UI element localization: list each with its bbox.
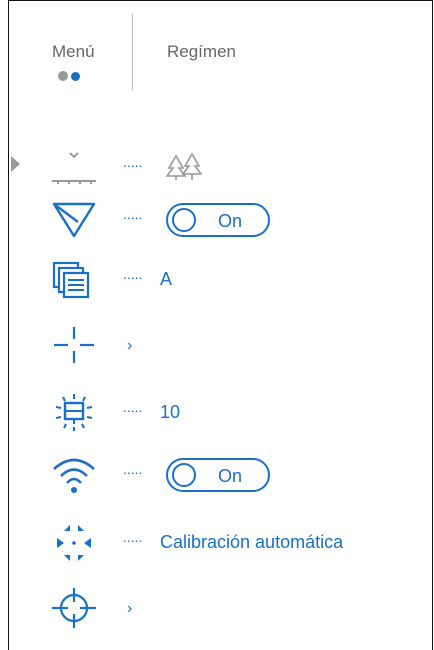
leader-dots: ..... <box>123 206 143 222</box>
menu-item-wifi[interactable]: ..... On <box>0 455 425 495</box>
page-dot-active <box>71 72 80 81</box>
wifi-icon <box>50 455 98 495</box>
chevron-right-icon[interactable]: › <box>127 600 132 618</box>
menu-item-calibration[interactable]: ..... Calibración automática <box>0 523 425 563</box>
crosshair-icon <box>50 325 98 365</box>
leader-dots: ..... <box>123 461 143 477</box>
menu-item-observation-mode[interactable]: ..... <box>0 148 425 188</box>
toggle-state: On <box>218 211 243 231</box>
calibration-icon <box>50 523 98 563</box>
picture-in-picture-icon <box>50 260 98 300</box>
leader-dots: ..... <box>123 529 143 545</box>
toggle-knob <box>172 463 196 487</box>
leader-dots: ..... <box>123 154 143 170</box>
zeroing-icon <box>50 588 98 628</box>
calibration-value: Calibración automática <box>160 532 344 552</box>
brightness-value: 10 <box>160 402 181 422</box>
toggle-knob <box>172 208 196 232</box>
terrain-mode-icon <box>50 148 98 188</box>
pip-value: A <box>160 269 173 289</box>
filter-toggle[interactable]: On <box>166 203 270 237</box>
page-dot-inactive <box>58 71 68 81</box>
tab-menu[interactable]: Menú <box>52 42 95 62</box>
forest-icon <box>164 152 204 182</box>
toggle-state: On <box>218 466 243 486</box>
menu-item-brightness[interactable]: ..... 10 <box>0 393 425 433</box>
brightness-icon <box>50 393 98 433</box>
tab-mode[interactable]: Regímen <box>167 42 236 62</box>
wifi-toggle[interactable]: On <box>166 458 270 492</box>
menu-item-zeroing[interactable]: › <box>0 588 425 628</box>
chevron-right-icon[interactable]: › <box>127 337 132 355</box>
leader-dots: ..... <box>123 399 143 415</box>
triangle-filter-icon <box>50 200 98 240</box>
menu-item-picture-in-picture[interactable]: ..... A <box>0 260 425 300</box>
tab-separator <box>132 14 133 90</box>
leader-dots: ..... <box>123 266 143 282</box>
menu-item-filter[interactable]: ..... On <box>0 200 425 240</box>
menu-item-reticle[interactable]: › <box>0 325 425 365</box>
